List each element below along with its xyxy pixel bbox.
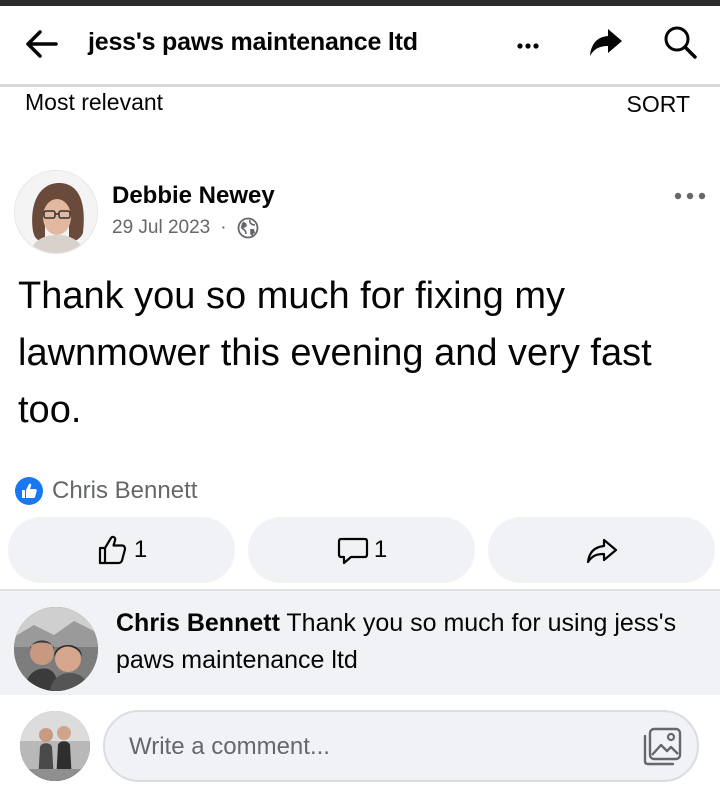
post-options-button[interactable] (672, 186, 708, 206)
page-title: jess's paws maintenance ltd (88, 28, 418, 56)
globe-icon (237, 217, 258, 239)
share-button[interactable] (488, 517, 715, 583)
comment-icon (337, 537, 368, 565)
comment-author-name[interactable]: Chris Bennett (116, 609, 280, 637)
comment-placeholder: Write a comment... (129, 733, 330, 760)
author-avatar[interactable] (14, 170, 98, 254)
search-button[interactable] (660, 22, 700, 62)
share-icon (586, 538, 617, 564)
reaction-names: Chris Bennett (52, 477, 198, 504)
post-text: Thank you so much for fixing my lawnmowe… (18, 275, 652, 431)
author-photo (15, 171, 97, 253)
reaction-summary[interactable]: Chris Bennett (14, 476, 197, 506)
commenter-photo (14, 607, 98, 691)
comment-body: Chris Bennett Thank you so much for usin… (116, 605, 696, 679)
back-arrow-icon (26, 30, 58, 58)
back-button[interactable] (22, 24, 62, 64)
current-user-avatar[interactable] (20, 711, 90, 781)
meta-separator: · (220, 217, 227, 238)
search-icon (664, 26, 697, 59)
sort-button[interactable]: SORT (627, 91, 690, 118)
photo-icon (643, 727, 682, 766)
post-meta: 29 Jul 2023 · (112, 217, 259, 239)
thumbs-up-icon (98, 535, 126, 565)
commenter-avatar[interactable] (14, 607, 98, 691)
page-header: jess's paws maintenance ltd (0, 6, 720, 84)
like-reaction-icon (15, 477, 43, 505)
filter-label[interactable]: Most relevant (25, 89, 163, 116)
more-horizontal-icon (517, 43, 539, 49)
share-page-button[interactable] (586, 22, 626, 62)
current-user-photo (20, 711, 90, 781)
more-horizontal-icon (674, 192, 706, 200)
more-options-button[interactable] (512, 24, 544, 64)
comment-item: Chris Bennett Thank you so much for usin… (0, 589, 720, 695)
post-date[interactable]: 29 Jul 2023 (112, 217, 210, 239)
like-count: 1 (133, 536, 148, 563)
post-actions: 1 1 (8, 517, 716, 583)
comment-count: 1 (373, 536, 388, 563)
comment-input[interactable]: Write a comment... (103, 710, 699, 782)
comment-button[interactable]: 1 (248, 517, 475, 583)
share-icon (590, 29, 622, 56)
comment-composer: Write a comment... (0, 695, 720, 799)
post-author-name[interactable]: Debbie Newey (112, 182, 275, 210)
sort-bar: Most relevant SORT (0, 87, 720, 127)
like-button[interactable]: 1 (8, 517, 235, 583)
add-photo-button[interactable] (641, 726, 683, 768)
